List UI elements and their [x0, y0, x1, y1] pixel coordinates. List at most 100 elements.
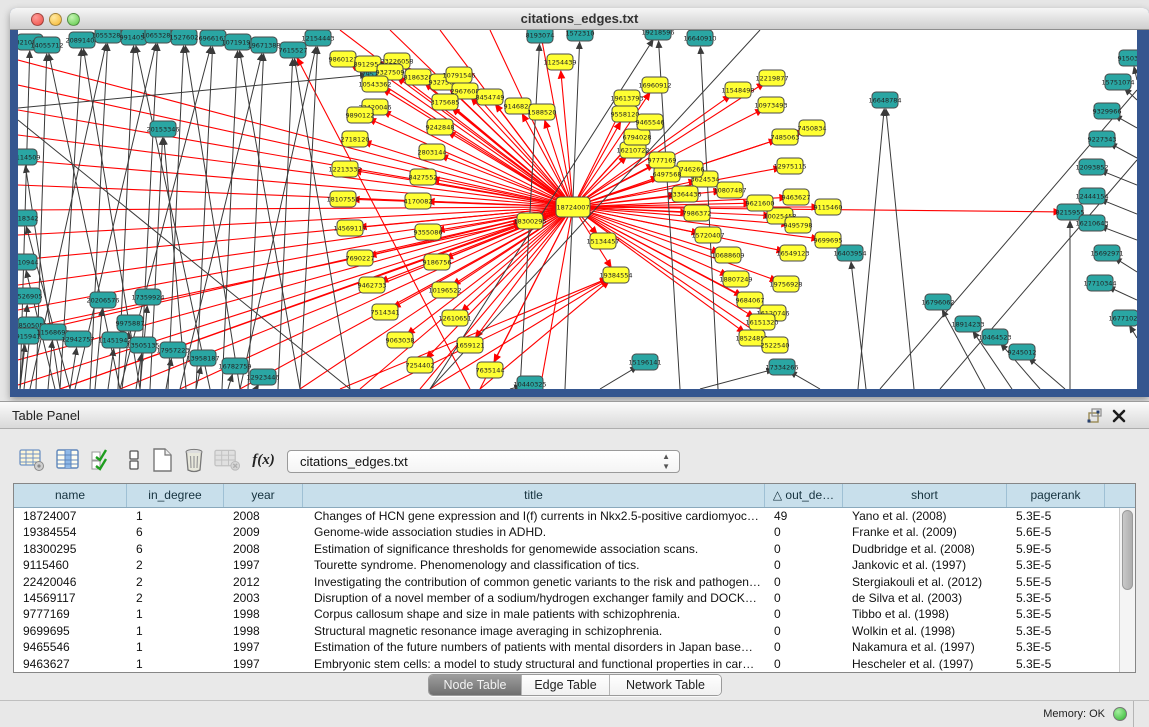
- graph-node[interactable]: 7514341: [371, 304, 400, 320]
- graph-node[interactable]: 9245012: [1008, 344, 1037, 360]
- graph-node[interactable]: 20206576: [86, 292, 119, 308]
- graph-node[interactable]: 7485063: [771, 129, 800, 145]
- graph-node[interactable]: 15720407: [691, 227, 724, 243]
- graph-node[interactable]: 9465546: [636, 114, 665, 130]
- graph-node[interactable]: 11548498: [721, 82, 754, 98]
- function-builder-icon[interactable]: f(x): [250, 446, 277, 474]
- graph-node[interactable]: 1527602: [170, 30, 199, 45]
- column-header-pagerank[interactable]: pagerank: [1007, 484, 1105, 507]
- graph-node[interactable]: 12942757: [61, 331, 94, 347]
- graph-node[interactable]: 18107554: [326, 191, 359, 207]
- graph-node[interactable]: 9227343: [1088, 131, 1117, 147]
- graph-node[interactable]: 19613793: [610, 90, 643, 106]
- graph-node[interactable]: 13505135: [126, 337, 159, 353]
- table-row[interactable]: 1872400712008Changes of HCN gene express…: [14, 508, 1119, 524]
- graph-node[interactable]: 14055712: [30, 37, 63, 53]
- graph-node[interactable]: 10688609: [711, 247, 744, 263]
- graph-node[interactable]: 17957223: [156, 342, 189, 358]
- graph-node[interactable]: 7690227: [346, 250, 375, 266]
- graph-node[interactable]: 7254402: [406, 357, 435, 373]
- graph-node[interactable]: 9150343: [1118, 50, 1137, 66]
- graph-node[interactable]: 15134457: [586, 233, 619, 249]
- table-source-dropdown[interactable]: citations_edges.txt ▲▼: [287, 450, 680, 473]
- column-select-icon[interactable]: [54, 446, 81, 474]
- graph-node[interactable]: 23364436: [668, 186, 701, 202]
- graph-node[interactable]: 1572310: [566, 30, 595, 41]
- graph-node[interactable]: 19384554: [599, 267, 632, 283]
- table-row[interactable]: 911546021997Tourette syndrome. Phenomeno…: [14, 557, 1119, 573]
- graph-node[interactable]: 16151320: [745, 314, 778, 330]
- graph-node[interactable]: 12219877: [755, 70, 788, 86]
- graph-node[interactable]: 10791546: [442, 67, 475, 83]
- graph-node[interactable]: 1659121: [456, 337, 485, 353]
- graph-node[interactable]: 9329966: [1093, 103, 1122, 119]
- graph-node[interactable]: 15196141: [628, 354, 661, 370]
- graph-node[interactable]: 7986372: [683, 205, 712, 221]
- table-row[interactable]: 977716911998Corpus callosum shape and si…: [14, 606, 1119, 622]
- table-row[interactable]: 946554611997Estimation of the future num…: [14, 639, 1119, 655]
- column-header-year[interactable]: year: [224, 484, 303, 507]
- graph-node[interactable]: 18300295: [513, 213, 546, 229]
- graph-node[interactable]: 10543362: [358, 76, 391, 92]
- graph-node[interactable]: 10464523: [978, 329, 1011, 345]
- graph-node[interactable]: 18114509: [18, 149, 41, 165]
- graph-node[interactable]: 9462733: [358, 277, 387, 293]
- graph-node[interactable]: 16771021: [1108, 310, 1137, 326]
- graph-node[interactable]: 9777169: [648, 152, 677, 168]
- graph-node[interactable]: 17334266: [765, 359, 798, 375]
- table-vertical-scrollbar[interactable]: [1119, 508, 1135, 672]
- graph-node[interactable]: 7635144: [476, 362, 505, 378]
- graph-node[interactable]: 9890122: [346, 107, 375, 123]
- graph-node[interactable]: 2526905: [18, 288, 42, 304]
- graph-node[interactable]: 8454749: [476, 89, 505, 105]
- graph-node[interactable]: 9495798: [784, 217, 813, 233]
- graph-node[interactable]: 18807249: [719, 271, 752, 287]
- graph-node[interactable]: 12093852: [1075, 159, 1108, 175]
- graph-node[interactable]: 9115460: [814, 199, 843, 215]
- column-header-name[interactable]: name: [14, 484, 127, 507]
- scrollbar-thumb[interactable]: [1122, 510, 1133, 590]
- table-row[interactable]: 969969511998Structural magnetic resonanc…: [14, 623, 1119, 639]
- graph-node[interactable]: 14569117: [333, 220, 366, 236]
- table-settings-icon[interactable]: [18, 446, 45, 474]
- graph-node[interactable]: 12213332: [328, 161, 361, 177]
- graph-node[interactable]: 10807487: [713, 182, 746, 198]
- float-panel-icon[interactable]: [1086, 408, 1104, 424]
- column-header-in_degree[interactable]: in_degree: [127, 484, 224, 507]
- graph-node[interactable]: 17710344: [1083, 275, 1116, 291]
- graph-node[interactable]: 19756928: [769, 276, 802, 292]
- table-row[interactable]: 946362711997Embryonic stem cells: a mode…: [14, 656, 1119, 672]
- table-row[interactable]: 2242004622012Investigating the contribut…: [14, 574, 1119, 590]
- zoom-traffic-light[interactable]: [67, 13, 80, 26]
- network-canvas-wrap[interactable]: 1872400782108421405571220891406105532879…: [18, 30, 1137, 389]
- minimize-traffic-light[interactable]: [49, 13, 62, 26]
- graph-node[interactable]: 8193074: [526, 30, 555, 43]
- graph-node[interactable]: 9355086: [414, 224, 443, 240]
- graph-node[interactable]: 12975115: [773, 158, 806, 174]
- graph-node[interactable]: 16796062: [921, 294, 954, 310]
- graph-node[interactable]: 18724007: [556, 197, 590, 217]
- graph-node[interactable]: 15692971: [1090, 245, 1123, 261]
- tab-network-table[interactable]: Network Table: [609, 675, 721, 695]
- close-panel-icon[interactable]: [1110, 407, 1128, 425]
- graph-node[interactable]: 16210643: [1075, 215, 1108, 231]
- graph-node[interactable]: 9463627: [782, 189, 811, 205]
- graph-node[interactable]: 10973493: [754, 97, 787, 113]
- graph-node[interactable]: 8427552: [409, 169, 438, 185]
- graph-node[interactable]: 2522540: [761, 337, 790, 353]
- graph-node[interactable]: 9975887: [116, 315, 145, 331]
- graph-node[interactable]: 10440325: [513, 376, 546, 389]
- graph-node[interactable]: 10196522: [428, 282, 461, 298]
- graph-node[interactable]: 7615527: [279, 42, 308, 58]
- rows-mode-icon[interactable]: [120, 446, 147, 474]
- graph-node[interactable]: 16782759: [218, 358, 251, 374]
- graph-node[interactable]: 6794028: [623, 129, 652, 145]
- graph-node[interactable]: 16640910: [683, 30, 716, 46]
- delete-table-icon[interactable]: [180, 446, 207, 474]
- select-rows-icon[interactable]: [88, 446, 115, 474]
- graph-node[interactable]: 9110944: [18, 254, 38, 270]
- new-document-icon[interactable]: [148, 446, 175, 474]
- table-row[interactable]: 1830029562008Estimation of significance …: [14, 541, 1119, 557]
- graph-node[interactable]: 9063038: [386, 332, 415, 348]
- graph-node[interactable]: 9186756: [423, 254, 452, 270]
